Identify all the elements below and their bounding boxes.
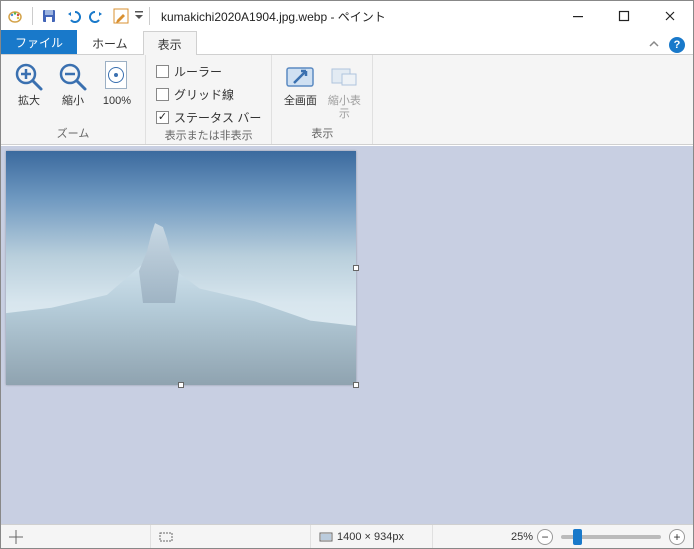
window-title: kumakichi2020A1904.jpg.webp - ペイント (161, 8, 555, 25)
status-bar: 1400 × 934px 25% − + (1, 524, 693, 548)
ribbon: 拡大 縮小 100% ズーム ルーラー グリッド線 (1, 55, 693, 145)
close-button[interactable] (647, 1, 693, 31)
chk-rulers-label: ルーラー (174, 63, 222, 80)
qat-separator (32, 7, 33, 25)
chk-gridlines[interactable]: グリッド線 (154, 84, 263, 104)
zoom-in-label: 拡大 (18, 95, 40, 108)
chk-status-bar[interactable]: ステータス バー (154, 107, 263, 127)
redo-button[interactable] (86, 5, 108, 27)
zoom-out-label: 縮小 (62, 95, 84, 108)
checkbox-icon (156, 88, 169, 101)
chk-gridlines-label: グリッド線 (174, 86, 234, 103)
quick-access-toolbar (1, 5, 153, 27)
zoom-100-label: 100% (103, 95, 131, 108)
canvas-size-icon (319, 530, 333, 544)
group-display-label: 表示 (280, 125, 364, 144)
tab-view[interactable]: 表示 (143, 31, 197, 55)
status-selection (151, 525, 311, 548)
status-canvas-size: 1400 × 934px (311, 525, 433, 548)
resize-handle-bottom[interactable] (178, 382, 184, 388)
zoom-slider-thumb[interactable] (573, 529, 582, 545)
ribbon-tabs: ファイル ホーム 表示 ? (1, 31, 693, 55)
zoom-out-button[interactable]: 縮小 (53, 59, 93, 110)
zoom-100-button[interactable]: 100% (97, 59, 137, 110)
chk-rulers[interactable]: ルーラー (154, 61, 263, 81)
collapse-ribbon-button[interactable] (645, 36, 663, 54)
help-area: ? (645, 36, 693, 54)
full-screen-label: 全画面 (284, 95, 317, 108)
zoom-in-status-button[interactable]: + (669, 529, 685, 545)
canvas-image-wrap (6, 151, 356, 385)
resize-handle-corner[interactable] (353, 382, 359, 388)
save-button[interactable] (38, 5, 60, 27)
checkbox-icon (156, 65, 169, 78)
undo-button[interactable] (62, 5, 84, 27)
thumbnail-label: 縮小表示 (324, 95, 364, 121)
zoom-slider[interactable] (561, 535, 661, 539)
maximize-button[interactable] (601, 1, 647, 31)
status-canvas-size-text: 1400 × 934px (337, 531, 404, 543)
chk-status-bar-label: ステータス バー (174, 109, 261, 126)
window-controls (555, 1, 693, 31)
canvas-area[interactable] (1, 146, 693, 524)
canvas-image[interactable] (6, 151, 356, 385)
tab-file[interactable]: ファイル (1, 30, 77, 54)
pencil-tool-icon[interactable] (110, 5, 132, 27)
qat-separator-2 (149, 7, 150, 25)
zoom-pct-text: 25% (511, 531, 533, 543)
image-content-structure (139, 223, 179, 303)
full-screen-button[interactable]: 全画面 (280, 59, 320, 110)
status-position (1, 525, 151, 548)
zoom-control: 25% − + (503, 529, 693, 545)
qat-customize-dropdown[interactable] (134, 5, 144, 27)
group-show-hide-label: 表示または非表示 (154, 127, 263, 146)
crosshair-icon (9, 530, 23, 544)
resize-handle-right[interactable] (353, 265, 359, 271)
group-show-hide: ルーラー グリッド線 ステータス バー 表示または非表示 (146, 55, 272, 144)
image-content-mountain (6, 256, 356, 385)
title-bar: kumakichi2020A1904.jpg.webp - ペイント (1, 1, 693, 31)
help-button[interactable]: ? (669, 37, 685, 53)
group-display: 全画面 縮小表示 表示 (272, 55, 373, 144)
status-filesize (433, 525, 503, 548)
selection-rect-icon (159, 530, 173, 544)
app-icon[interactable] (5, 5, 27, 27)
group-zoom-label: ズーム (9, 125, 137, 144)
minimize-button[interactable] (555, 1, 601, 31)
checkbox-icon (156, 111, 169, 124)
thumbnail-button: 縮小表示 (324, 59, 364, 123)
group-zoom: 拡大 縮小 100% ズーム (1, 55, 146, 144)
zoom-in-button[interactable]: 拡大 (9, 59, 49, 110)
page-100-icon (101, 61, 133, 93)
tab-home[interactable]: ホーム (77, 30, 143, 54)
zoom-out-status-button[interactable]: − (537, 529, 553, 545)
